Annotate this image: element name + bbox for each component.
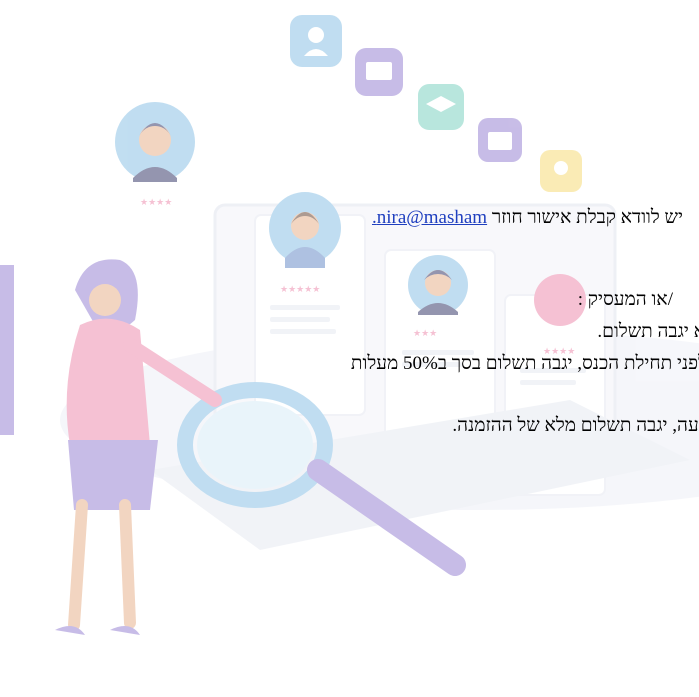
email-link[interactable]: nira@masham. [372, 207, 487, 228]
recruitment-search-illustration: ★★★★★ ★★★ ★★★★ ★★★★ [0, 15, 699, 635]
lightbulb-icon [540, 150, 582, 192]
document-line-4: געה, יגבה תשלום מלא של ההזמנה. [452, 415, 699, 436]
document-line-1: /או המעסיק : [577, 289, 673, 310]
rating-stars: ★★★ [413, 329, 437, 339]
mail-icon [355, 48, 403, 96]
rating-stars: ★★★★★ [280, 285, 320, 295]
profile-icon [290, 15, 342, 67]
briefcase-icon [478, 118, 522, 162]
candidate-card: ★★★★★ [254, 192, 366, 416]
graduation-cap-icon [418, 84, 464, 130]
side-panel [0, 265, 14, 435]
document-line-2: א יגבה תשלום. [597, 321, 699, 342]
confirmation-instruction-text: יש לוודא קבלת אישור חוזר [491, 207, 683, 228]
confirmation-email-line: יש לוודא קבלת אישור חוזר nira@masham. [372, 207, 683, 229]
rating-stars: ★★★★ [140, 198, 172, 208]
document-line-3: לפני תחילת הכנס, יגבה תשלום בסך ב50% מעל… [350, 353, 699, 374]
candidate-avatar-bubble: ★★★★ [115, 102, 195, 208]
